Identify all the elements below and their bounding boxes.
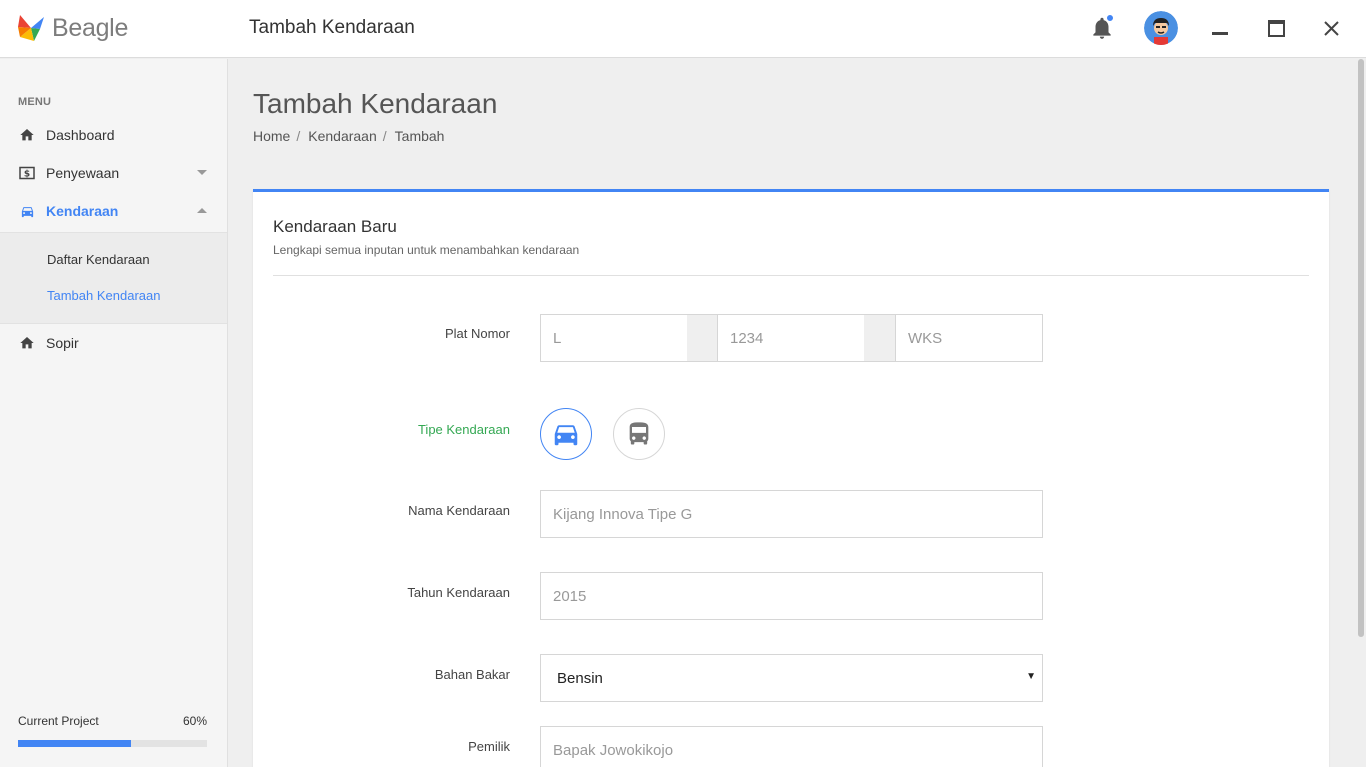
app-name: Beagle bbox=[52, 13, 129, 42]
breadcrumb-home[interactable]: Home bbox=[253, 128, 290, 144]
sidebar-item-label: Dashboard bbox=[46, 127, 115, 143]
top-bar: Beagle Tambah Kendaraan bbox=[0, 0, 1366, 58]
project-percent: 60% bbox=[182, 714, 207, 728]
breadcrumb-current: Tambah bbox=[394, 128, 445, 144]
plat-prefix-input[interactable] bbox=[540, 314, 688, 362]
pemilik-label: Pemilik bbox=[468, 739, 510, 754]
sidebar-item-sopir[interactable]: Sopir bbox=[0, 324, 227, 362]
close-icon[interactable] bbox=[1316, 14, 1346, 44]
bahan-bakar-label: Bahan Bakar bbox=[434, 667, 510, 682]
bahan-bakar-value: Bensin bbox=[557, 670, 603, 687]
app-logo[interactable]: Beagle bbox=[16, 13, 128, 43]
sidebar-item-label: Sopir bbox=[46, 335, 79, 351]
card-title: Kendaraan Baru bbox=[273, 217, 397, 236]
pemilik-input[interactable] bbox=[540, 726, 1043, 767]
tahun-kendaraan-label: Tahun Kendaraan bbox=[407, 585, 510, 600]
scrollbar[interactable] bbox=[1356, 59, 1366, 767]
bus-icon bbox=[629, 422, 649, 445]
sidebar-item-label: Kendaraan bbox=[46, 203, 119, 219]
sidebar-item-dashboard[interactable]: Dashboard bbox=[0, 116, 227, 154]
user-avatar-icon bbox=[1144, 11, 1178, 45]
sidebar: MENU Dashboard $ Penyewaan Kendaraan Daf… bbox=[0, 59, 228, 767]
minimize-icon[interactable] bbox=[1205, 14, 1235, 44]
tahun-kendaraan-input[interactable] bbox=[540, 572, 1043, 620]
logo-icon bbox=[18, 15, 44, 41]
sidebar-subitem-tambah-kendaraan[interactable]: Tambah Kendaraan bbox=[47, 288, 160, 303]
plat-number-input[interactable] bbox=[717, 314, 865, 362]
form-card: Kendaraan Baru Lengkapi semua inputan un… bbox=[253, 189, 1329, 767]
scrollbar-thumb[interactable] bbox=[1358, 59, 1364, 637]
home-icon bbox=[18, 126, 36, 144]
sidebar-item-kendaraan[interactable]: Kendaraan bbox=[0, 192, 227, 230]
card-subtitle: Lengkapi semua inputan untuk menambahkan… bbox=[273, 243, 580, 257]
breadcrumb-separator: / bbox=[382, 128, 387, 144]
dollar-icon: $ bbox=[18, 164, 36, 182]
chevron-up-icon bbox=[197, 208, 207, 213]
car-icon bbox=[18, 202, 36, 220]
nama-kendaraan-input[interactable] bbox=[540, 490, 1043, 538]
nama-kendaraan-label: Nama Kendaraan bbox=[408, 503, 510, 518]
card-divider bbox=[273, 275, 1309, 276]
plat-separator bbox=[687, 314, 718, 362]
plat-nomor-label: Plat Nomor bbox=[444, 326, 510, 341]
menu-header: MENU bbox=[18, 96, 52, 108]
vehicle-type-car-button[interactable] bbox=[540, 408, 592, 460]
project-progress-fill bbox=[18, 740, 132, 747]
page-title: Tambah Kendaraan bbox=[253, 88, 498, 119]
window-title: Tambah Kendaraan bbox=[249, 17, 415, 38]
sidebar-item-penyewaan[interactable]: $ Penyewaan bbox=[0, 154, 227, 192]
plat-separator bbox=[864, 314, 896, 362]
home-icon bbox=[18, 334, 36, 352]
sidebar-item-label: Penyewaan bbox=[46, 165, 120, 181]
breadcrumb: Home / Kendaraan / Tambah bbox=[253, 128, 444, 144]
chevron-down-icon bbox=[197, 170, 207, 175]
sidebar-subitem-daftar-kendaraan[interactable]: Daftar Kendaraan bbox=[47, 252, 150, 267]
project-label: Current Project bbox=[18, 714, 99, 728]
notification-badge bbox=[1106, 14, 1114, 22]
submenu-kendaraan: Daftar Kendaraan Tambah Kendaraan bbox=[0, 232, 227, 324]
bahan-bakar-select[interactable]: Bensin ▼ bbox=[540, 654, 1043, 702]
svg-text:$: $ bbox=[24, 170, 30, 180]
car-icon bbox=[554, 425, 578, 446]
maximize-icon[interactable] bbox=[1261, 14, 1291, 44]
dropdown-arrow-icon: ▼ bbox=[1026, 671, 1036, 682]
breadcrumb-kendaraan[interactable]: Kendaraan bbox=[308, 128, 377, 144]
avatar[interactable] bbox=[1144, 11, 1178, 45]
vehicle-type-bus-button[interactable] bbox=[613, 408, 665, 460]
breadcrumb-separator: / bbox=[296, 128, 301, 144]
plat-suffix-input[interactable] bbox=[895, 314, 1043, 362]
project-progress-bar bbox=[18, 740, 207, 747]
tipe-kendaraan-label: Tipe Kendaraan bbox=[417, 422, 510, 437]
